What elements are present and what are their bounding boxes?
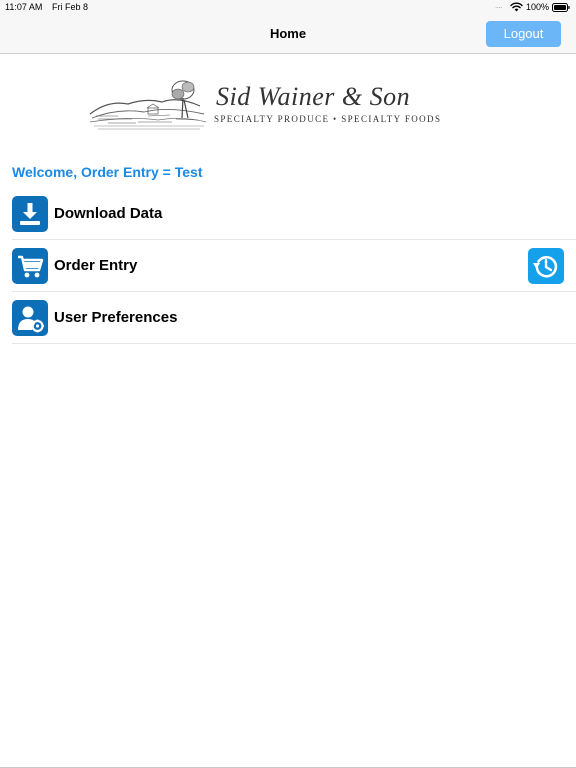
status-time: 11:07 AM bbox=[5, 2, 43, 12]
battery-full-icon bbox=[552, 3, 570, 12]
menu-item-label: Order Entry bbox=[54, 257, 138, 274]
landscape-logo-icon bbox=[89, 80, 207, 130]
company-logo: Sid Wainer & Son SPECIALTY PRODUCE • SPE… bbox=[88, 78, 492, 134]
menu-item-label: User Preferences bbox=[54, 309, 178, 326]
status-date: Fri Feb 8 bbox=[52, 2, 89, 12]
logo-name: Sid Wainer & Son bbox=[216, 82, 411, 111]
user-settings-icon bbox=[12, 300, 48, 336]
signal-indicator: .... bbox=[495, 1, 502, 10]
battery-percent: 100% bbox=[526, 2, 550, 12]
menu-item-user-preferences[interactable]: User Preferences bbox=[12, 292, 576, 344]
download-icon bbox=[12, 196, 48, 232]
menu-item-download-data[interactable]: Download Data bbox=[12, 188, 576, 240]
app-screen: 11:07 AM Fri Feb 8 .... 100% Home Logout bbox=[0, 0, 576, 768]
history-icon[interactable] bbox=[528, 248, 564, 284]
wifi-icon bbox=[510, 2, 523, 12]
cart-icon bbox=[12, 248, 48, 284]
status-bar: 11:07 AM Fri Feb 8 .... 100% bbox=[0, 0, 576, 16]
menu-item-label: Download Data bbox=[54, 205, 163, 222]
welcome-text: Welcome, Order Entry = Test bbox=[12, 164, 203, 180]
navigation-bar: Home Logout bbox=[0, 16, 576, 54]
menu-item-order-entry[interactable]: Order Entry bbox=[12, 240, 576, 292]
logout-button[interactable]: Logout bbox=[486, 21, 561, 47]
logo-tagline: SPECIALTY PRODUCE • SPECIALTY FOODS bbox=[214, 114, 442, 124]
